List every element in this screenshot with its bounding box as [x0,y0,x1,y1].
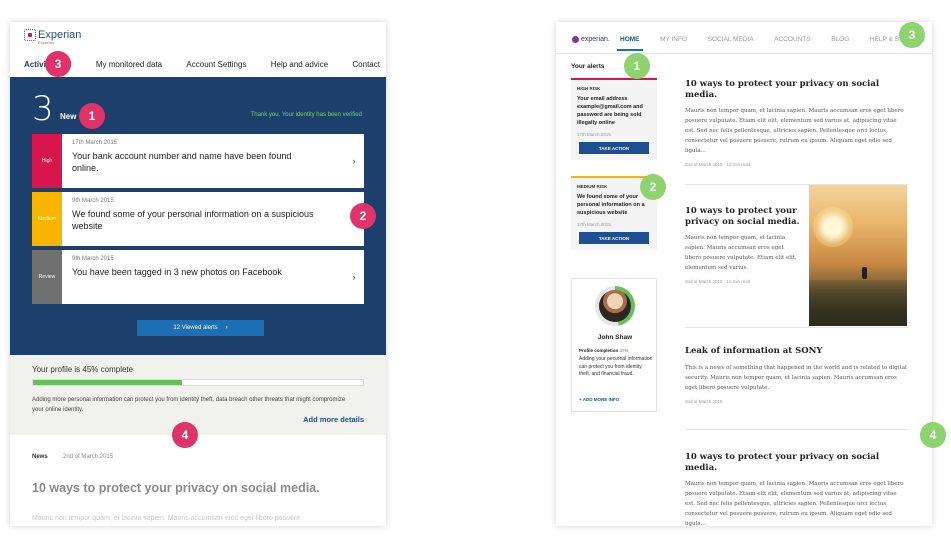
main-nav: Activity feed My monitored data Account … [18,57,380,80]
article-body: Mauris non tempor quam, et lacinia sapie… [685,235,797,271]
progress-fill [33,380,182,385]
viewed-alerts-label: 12 Viewed alerts [173,325,218,331]
avatar [599,290,631,322]
top-nav: HOME MY INFO SOCIAL MEDIA ACCOUNTS BLOG … [617,36,926,51]
article-title[interactable]: 10 ways to protect your privacy on socia… [685,79,908,100]
article-title[interactable]: 10 ways to protect your privacy on socia… [685,452,908,473]
profile-description: Adding more personal information can pro… [32,397,346,413]
nav-social-media[interactable]: SOCIAL MEDIA [708,36,754,43]
article-body: Mauris non tempor quam, et lacinia sapie… [685,108,904,154]
alert-card-high[interactable]: High 17th March 2015 Your bank account n… [32,134,364,188]
article-meta: 2nd of March 2015 · 10 min read [685,162,751,167]
alert-date: 17th March 2015 [577,222,611,227]
take-action-button[interactable]: TAKE ACTION [579,142,649,154]
alert-date: 9th March 2015 [72,198,114,204]
profile-completion-section: Your profile is 45% complete Adding more… [10,355,386,435]
article-item: 10 ways to protect your privacy on socia… [685,452,908,526]
tab-contact[interactable]: Contact [352,57,380,77]
annotation-badge-2: 2 [640,174,666,200]
alert-high-risk: HIGH RISK Your email address example@gma… [571,78,657,160]
article-photo[interactable] [809,185,907,326]
annotation-badge-1: 1 [79,103,105,129]
annotation-badge-2: 2 [350,203,376,229]
chevron-right-icon[interactable]: › [344,250,364,304]
alert-text: We found some of your personal informati… [72,209,314,231]
annotation-badge-4: 4 [920,422,946,448]
chevron-right-icon: › [225,325,228,331]
your-alerts-heading: Your alerts [571,63,605,70]
alert-description: We found some of your personal informati… [577,194,645,216]
experian-logo-icon [24,29,36,41]
profile-name: John Shaw [597,334,633,341]
article-body: Mauris non tempor quam, et lacinia sapie… [685,481,904,526]
article-item: Leak of information at SONY This is a ne… [685,346,908,404]
completion-label: Profile completion [579,348,619,353]
nav-divider [556,53,932,54]
severity-label: High [32,134,62,188]
nav-home[interactable]: HOME [617,36,642,51]
alert-date: 17th March 2015 [72,140,118,146]
severity-label: Medium [32,192,62,246]
runner-silhouette [862,267,867,279]
take-action-button[interactable]: TAKE ACTION [579,232,649,244]
news-body: Mauris non tempor quam, et lacinia sapie… [32,515,301,522]
tab-help-advice[interactable]: Help and advice [271,57,328,77]
annotation-badge-4: 4 [172,422,198,448]
profile-description: Adding your personal information can pro… [579,356,653,377]
annotation-badge-3: 3 [899,22,925,48]
profile-progress-bar [32,379,364,386]
alert-description: Your email address example@gmail.com and… [577,96,643,126]
article-title[interactable]: 10 ways to protect your privacy on socia… [685,206,801,227]
alert-date: 9th March 2015 [72,256,114,262]
severity-label: Review [32,250,62,304]
verified-message: Thank you. Your identity has been verifi… [250,112,362,118]
news-date: 2nd of March 2015 [63,454,114,460]
article-title[interactable]: Leak of information at SONY [685,346,908,357]
mobile-dashboard-panel: Experian Experian Activity feed My monit… [10,22,386,526]
news-tag: News [32,454,48,460]
annotation-badge-3: 3 [45,51,71,77]
article-meta: 2nd of March 2015 [685,398,723,404]
annotation-badge-1: 1 [624,53,650,79]
experian-logo[interactable]: experian. [572,36,610,43]
desktop-dashboard-panel: experian. HOME MY INFO SOCIAL MEDIA ACCO… [556,22,932,526]
article-item: 10 ways to protect your privacy on socia… [685,79,908,167]
logo-text: Experian [38,28,82,41]
logo-text: experian. [581,36,610,43]
profile-completion: Profile completion 47% [579,348,629,353]
article-item: 10 ways to protect your privacy on socia… [685,206,801,284]
article-body: This is a news of something that happene… [685,364,907,391]
nav-my-info[interactable]: MY INFO [660,36,687,43]
landscape [809,280,907,326]
tab-monitored-data[interactable]: My monitored data [96,57,162,77]
logo-subtext: Experian [38,40,54,45]
alerts-hero: 3 New Thank you. Your identity has been … [10,77,386,355]
add-more-details-link[interactable]: Add more details [303,415,364,424]
alert-text: Your bank account number and name have b… [72,151,292,173]
article-meta: 2nd of March 2015 · 10 min read [685,279,751,284]
divider [685,327,908,328]
experian-logo-icon [572,36,579,43]
alert-date: 17th March 2015 [577,132,611,137]
tab-account-settings[interactable]: Account Settings [186,57,246,77]
news-title[interactable]: 10 ways to protect your privacy on socia… [32,481,352,495]
risk-label: HIGH RISK [577,86,601,91]
add-more-info-link[interactable]: + ADD MORE INFO [579,397,619,402]
alert-text: You have been tagged in 3 new photos on … [72,267,282,277]
new-alert-count: 3 [32,89,54,129]
chevron-right-icon[interactable]: › [344,134,364,188]
profile-card: John Shaw Profile completion 47% Adding … [571,278,657,412]
alert-card-medium[interactable]: Medium 9th March 2015 We found some of y… [32,192,364,246]
nav-accounts[interactable]: ACCOUNTS [774,36,810,43]
nav-blog[interactable]: BLOG [831,36,849,43]
profile-completion-title: Your profile is 45% complete [32,365,134,374]
profile-completion-ring [595,286,635,326]
viewed-alerts-button[interactable]: 12 Viewed alerts › [137,320,264,336]
divider [685,429,908,430]
sun-glare [813,207,853,247]
alert-card-review[interactable]: Review 9th March 2015 You have been tagg… [32,250,364,304]
completion-percent: 47% [619,348,629,353]
new-label: New [60,112,77,121]
risk-bar [571,78,657,80]
